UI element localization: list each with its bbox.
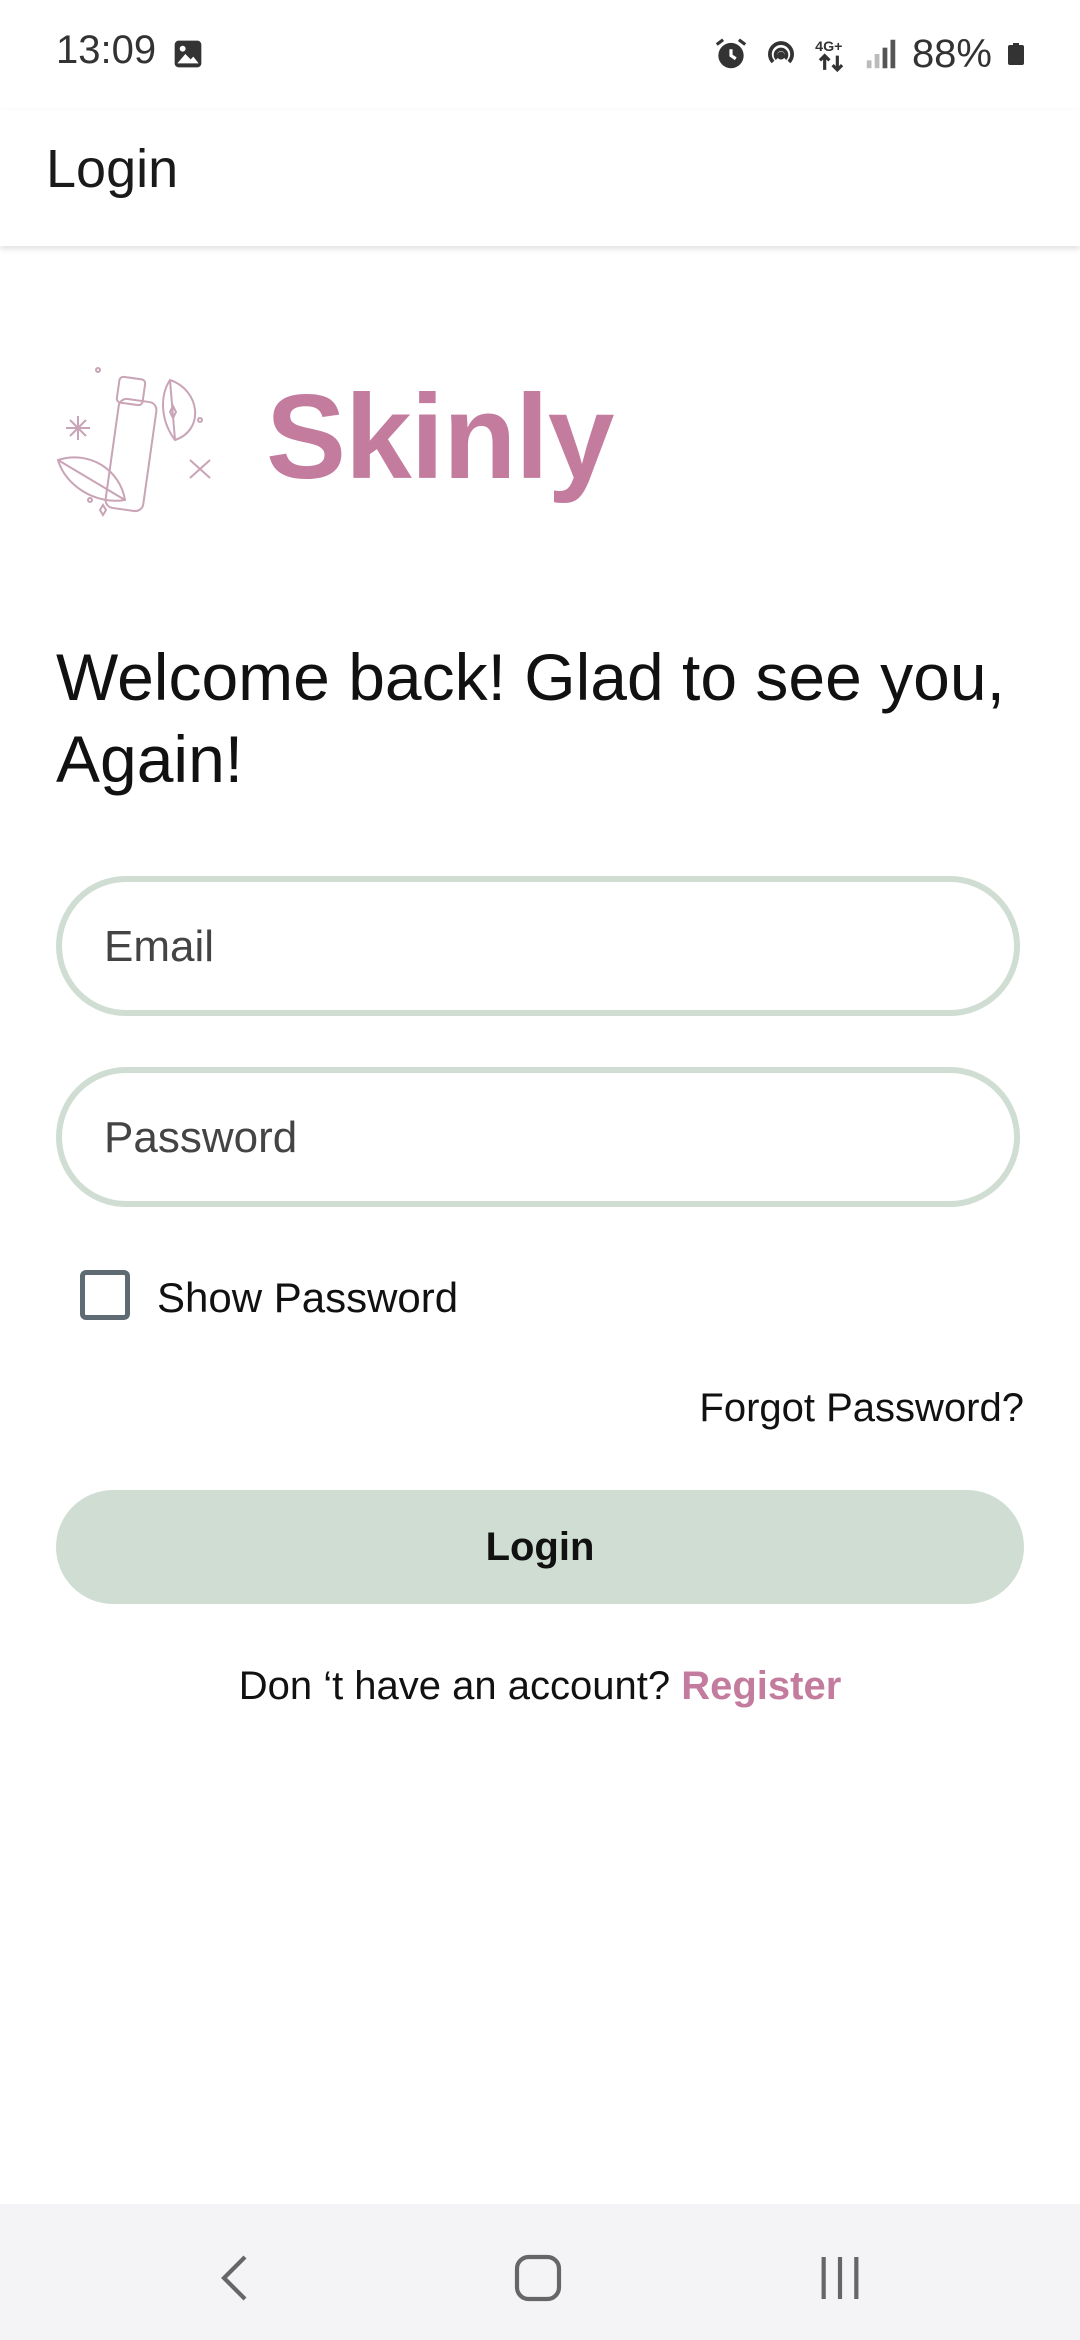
show-password-checkbox[interactable] bbox=[80, 1270, 130, 1320]
status-icons: 4G+ 88% bbox=[712, 28, 1028, 80]
gallery-icon bbox=[174, 40, 202, 68]
svg-text:4G+: 4G+ bbox=[815, 39, 842, 55]
register-prompt: Don ‘t have an account? bbox=[238, 1664, 671, 1708]
page-title: Login bbox=[46, 139, 179, 199]
email-input[interactable] bbox=[102, 882, 966, 1012]
status-bar: 13:09 4G+ 88% bbox=[0, 0, 1080, 110]
email-field[interactable] bbox=[56, 876, 1020, 1016]
signal-icon bbox=[866, 39, 896, 69]
alarm-icon bbox=[715, 38, 747, 69]
login-button[interactable]: Login bbox=[56, 1490, 1024, 1604]
register-link[interactable]: Register bbox=[681, 1664, 841, 1708]
battery-percent: 88% bbox=[911, 31, 992, 76]
show-password-label[interactable]: Show Password bbox=[157, 1274, 458, 1322]
skincare-illustration-icon bbox=[56, 367, 211, 517]
brand-logo: Skinly bbox=[266, 370, 614, 504]
password-input[interactable] bbox=[102, 1073, 966, 1203]
back-icon[interactable] bbox=[210, 2250, 266, 2306]
welcome-heading: Welcome back! Glad to see you, Again! bbox=[56, 640, 1005, 796]
app-bar: Login bbox=[0, 110, 1080, 246]
recent-apps-icon[interactable] bbox=[812, 2250, 868, 2306]
status-time: 13:09 bbox=[56, 28, 157, 72]
home-icon[interactable] bbox=[510, 2250, 566, 2306]
hotspot-icon bbox=[767, 41, 794, 64]
forgot-password-link[interactable]: Forgot Password? bbox=[699, 1386, 1024, 1431]
network-4g-icon: 4G+ bbox=[815, 39, 844, 73]
system-nav-bar bbox=[0, 2204, 1080, 2340]
password-field[interactable] bbox=[56, 1067, 1020, 1207]
register-row: Don ‘t have an account? Register bbox=[0, 1664, 1080, 1709]
battery-icon bbox=[1008, 43, 1024, 65]
